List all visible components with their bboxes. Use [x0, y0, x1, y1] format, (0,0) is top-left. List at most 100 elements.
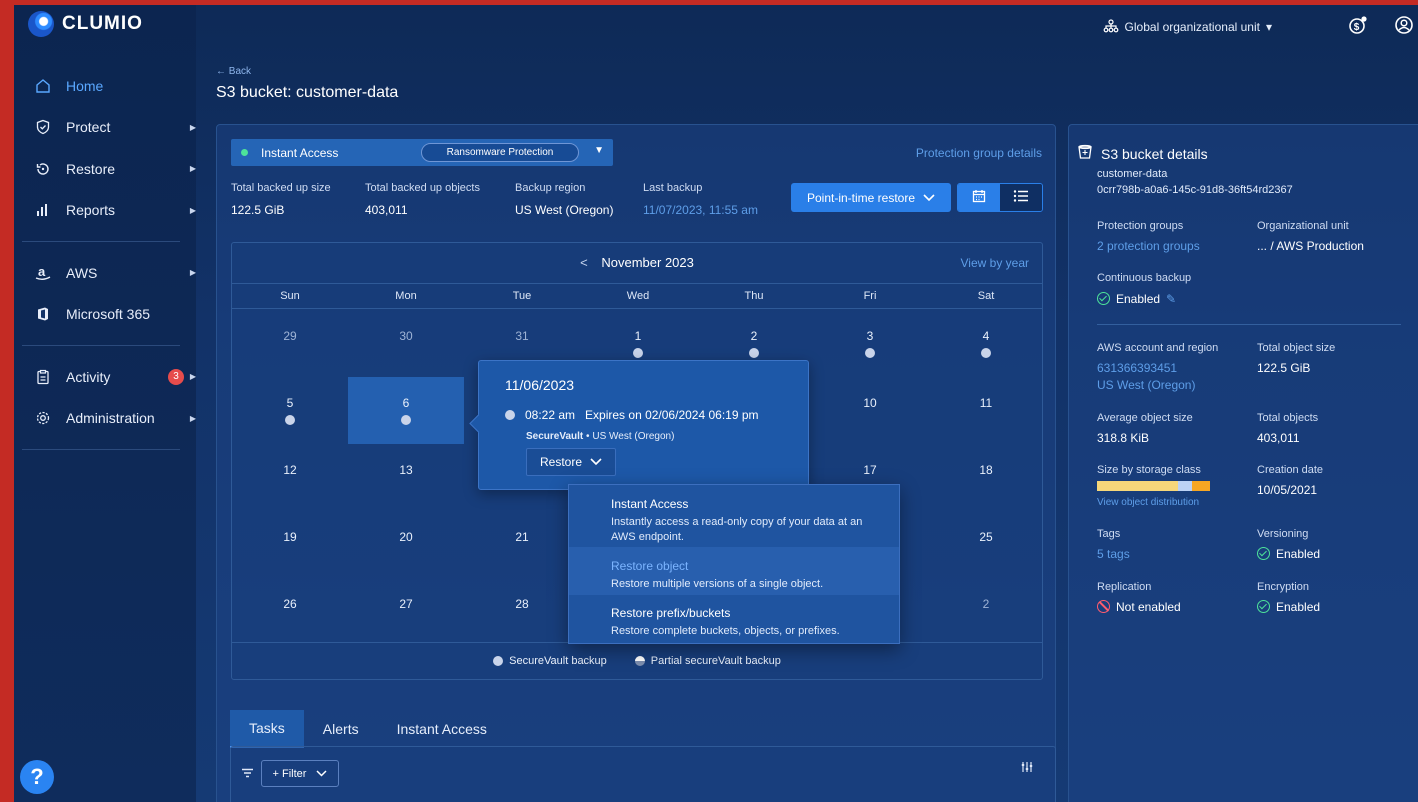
- sidebar-item-reports[interactable]: Reports ▶: [14, 190, 196, 232]
- menu-item-restore-prefix-buckets[interactable]: Restore prefix/buckets Restore complete …: [569, 595, 899, 645]
- home-icon: [32, 78, 54, 94]
- backup-time: 08:22 am: [525, 408, 576, 422]
- stat-label: Total backed up size: [231, 182, 331, 194]
- stat-value-link[interactable]: 11/07/2023, 11:55 am: [643, 203, 758, 217]
- calendar-day[interactable]: 3: [812, 310, 928, 377]
- sidebar-item-label: Administration: [66, 410, 155, 427]
- filter-icon[interactable]: [241, 766, 254, 781]
- total-objects-value: 403,011: [1257, 431, 1300, 445]
- calendar-day[interactable]: 12: [232, 444, 348, 511]
- sidebar-item-aws[interactable]: a AWS ▶: [14, 252, 196, 294]
- legend-label: SecureVault backup: [509, 655, 607, 667]
- menu-item-title: Restore object: [611, 559, 689, 573]
- detail-label: Total object size: [1257, 342, 1336, 354]
- sidebar-item-label: Protect: [66, 119, 111, 136]
- list-icon: [1013, 189, 1029, 206]
- chevron-left-icon[interactable]: <: [580, 255, 588, 270]
- calendar-day[interactable]: 10: [812, 377, 928, 444]
- sidebar-item-home[interactable]: Home: [14, 65, 196, 107]
- sidebar: CLUMIO Home Protect ▶ Restore ▶ Reports …: [14, 5, 196, 802]
- calendar-day[interactable]: 2: [928, 578, 1044, 645]
- protection-group-details-link[interactable]: Protection group details: [916, 146, 1042, 160]
- sidebar-divider: [22, 449, 180, 450]
- user-account-icon[interactable]: [1392, 15, 1416, 40]
- calendar-day[interactable]: 5: [232, 377, 348, 444]
- app-window: CLUMIO Home Protect ▶ Restore ▶ Reports …: [14, 5, 1418, 802]
- menu-item-instant-access[interactable]: Instant Access Instantly access a read-o…: [569, 485, 899, 547]
- menu-item-restore-object[interactable]: Restore object Restore multiple versions…: [569, 547, 899, 595]
- detail-label: Size by storage class: [1097, 464, 1201, 476]
- sidebar-item-protect[interactable]: Protect ▶: [14, 107, 196, 149]
- status-text: Enabled: [1276, 600, 1321, 614]
- tab-instant-access[interactable]: Instant Access: [378, 710, 506, 748]
- legend-securevault: SecureVault backup: [493, 655, 607, 667]
- calendar-day[interactable]: 21: [464, 511, 580, 578]
- tab-alerts[interactable]: Alerts: [304, 710, 378, 748]
- details-divider: [1097, 324, 1401, 325]
- calendar-day[interactable]: 4: [928, 310, 1044, 377]
- calendar-day[interactable]: 27: [348, 578, 464, 645]
- point-in-time-restore-button[interactable]: Point-in-time restore: [791, 183, 951, 212]
- chevron-right-icon: ▶: [189, 413, 196, 423]
- calendar-day[interactable]: 25: [928, 511, 1044, 578]
- day-number: 13: [399, 463, 413, 477]
- add-filter-button[interactable]: + Filter: [261, 760, 339, 787]
- replication-status: Not enabled: [1097, 600, 1181, 614]
- menu-item-desc: Instantly access a read-only copy of you…: [611, 516, 863, 543]
- creation-date-value: 10/05/2021: [1257, 483, 1318, 497]
- tags-link[interactable]: 5 tags: [1097, 547, 1130, 561]
- stat-label: Total backed up objects: [365, 182, 480, 194]
- backup-expiry: Expires on 02/06/2024 06:19 pm: [585, 408, 759, 422]
- calendar-view-button[interactable]: [958, 184, 1000, 211]
- encryption-status: Enabled: [1257, 600, 1320, 614]
- view-object-distribution-link[interactable]: View object distribution: [1097, 497, 1199, 508]
- calendar-day[interactable]: 26: [232, 578, 348, 645]
- calendar-day[interactable]: 20: [348, 511, 464, 578]
- list-view-button[interactable]: [1000, 184, 1042, 211]
- sidebar-item-restore[interactable]: Restore ▶: [14, 148, 196, 190]
- column-settings-icon[interactable]: [1021, 761, 1033, 776]
- calendar-day[interactable]: 29: [232, 310, 348, 377]
- chevron-right-icon: ▶: [189, 164, 196, 174]
- calendar-day[interactable]: 13: [348, 444, 464, 511]
- view-toggle: [957, 183, 1043, 212]
- day-number: 28: [515, 597, 529, 611]
- tab-tasks[interactable]: Tasks: [230, 710, 304, 748]
- check-circle-icon: [1257, 600, 1270, 613]
- day-number: 27: [399, 597, 413, 611]
- ransomware-protection-chip[interactable]: Ransomware Protection: [421, 143, 579, 162]
- caret-down-icon[interactable]: ▼: [594, 145, 604, 156]
- detail-label: Tags: [1097, 528, 1121, 540]
- calendar-day[interactable]: 18: [928, 444, 1044, 511]
- sidebar-nav: Home Protect ▶ Restore ▶ Reports ▶ a AWS…: [14, 65, 196, 460]
- sidebar-item-administration[interactable]: Administration ▶: [14, 398, 196, 440]
- aws-account-link[interactable]: 631366393451: [1097, 361, 1177, 375]
- bucket-icon: [1077, 144, 1093, 163]
- restore-dropdown-button[interactable]: Restore: [526, 448, 616, 476]
- sidebar-item-microsoft-365[interactable]: Microsoft 365: [14, 294, 196, 336]
- sidebar-item-activity[interactable]: Activity 3 ▶: [14, 356, 196, 398]
- logo[interactable]: CLUMIO: [28, 11, 143, 37]
- help-button[interactable]: ?: [20, 760, 54, 794]
- calendar-day[interactable]: 30: [348, 310, 464, 377]
- instant-access-selector[interactable]: Instant Access Ransomware Protection ▼: [231, 139, 613, 166]
- billing-icon[interactable]: $: [1346, 15, 1370, 40]
- calendar-day[interactable]: 11: [928, 377, 1044, 444]
- calendar-day-selected[interactable]: 6: [348, 377, 464, 444]
- view-by-year-link[interactable]: View by year: [961, 256, 1029, 270]
- day-number: 11: [979, 396, 993, 410]
- back-link[interactable]: ← Back: [216, 66, 251, 77]
- status-text: Not enabled: [1116, 600, 1181, 614]
- sidebar-item-label: Home: [66, 77, 104, 94]
- legend-partial-securevault: Partial secureVault backup: [634, 655, 781, 667]
- calendar-day[interactable]: 28: [464, 578, 580, 645]
- aws-region-link[interactable]: US West (Oregon): [1097, 378, 1195, 392]
- protection-groups-link[interactable]: 2 protection groups: [1097, 239, 1200, 253]
- day-number: 2: [750, 329, 758, 343]
- org-unit-selector[interactable]: Global organizational unit ▾: [1103, 18, 1272, 36]
- storage-segment: [1097, 481, 1179, 491]
- edit-icon[interactable]: ✎: [1166, 292, 1176, 306]
- details-title-text: S3 bucket details: [1101, 145, 1208, 162]
- calendar-day[interactable]: 19: [232, 511, 348, 578]
- day-of-week: Fri: [863, 290, 877, 302]
